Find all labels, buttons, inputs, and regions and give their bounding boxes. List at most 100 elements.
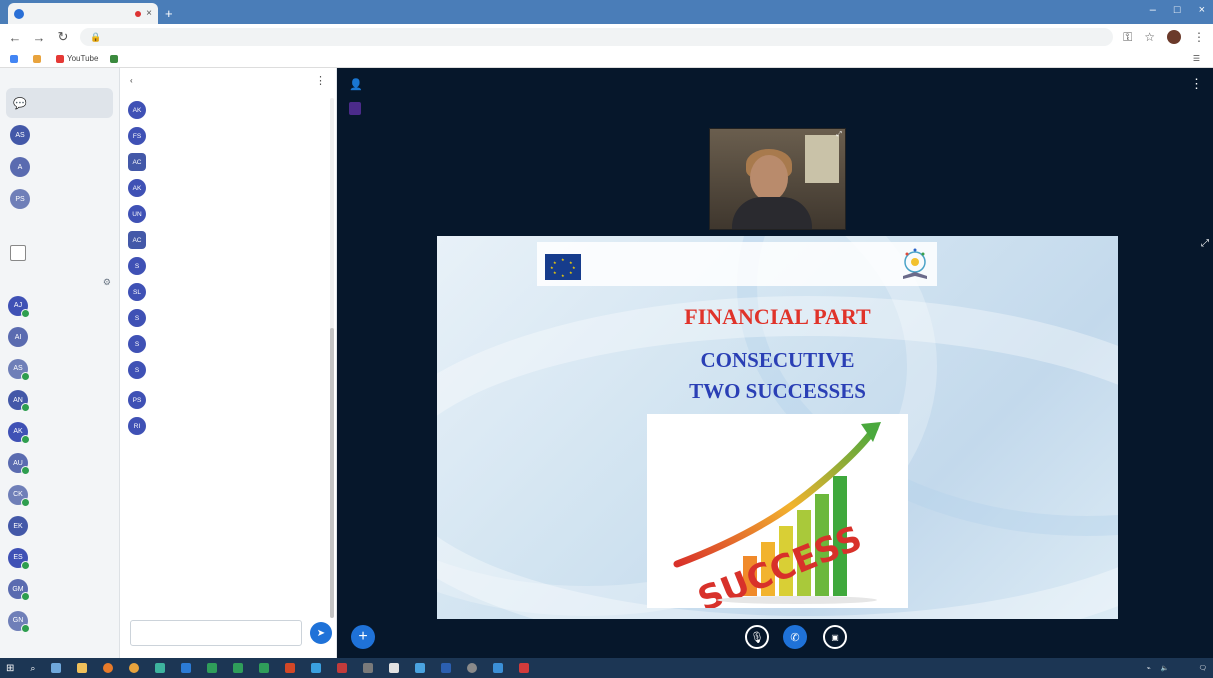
chat-message-body: [152, 415, 320, 435]
chat-message-body: [152, 255, 320, 275]
user-list-item[interactable]: GM: [0, 574, 119, 606]
webcam-expand-icon[interactable]: ⤢: [836, 131, 842, 139]
chat-message-author: [152, 281, 320, 290]
eu-flag-icon: ★ ★ ★ ★ ★ ★ ★ ★: [545, 254, 581, 280]
reading-list[interactable]: ☰: [1193, 54, 1203, 63]
messages-section-header: [0, 68, 119, 86]
maximize-button[interactable]: □: [1174, 4, 1181, 16]
chat-message: UN: [120, 200, 328, 226]
user-list-item[interactable]: EK: [0, 511, 119, 543]
chat-message-body: [152, 125, 320, 145]
network-icon[interactable]: ⌁: [1147, 664, 1151, 672]
tab-close-icon[interactable]: ×: [146, 8, 152, 19]
meeting-options-icon[interactable]: ⋮: [1190, 76, 1203, 92]
close-window-button[interactable]: ×: [1199, 4, 1205, 16]
bookmark-youtube[interactable]: YouTube: [56, 54, 98, 63]
bookmark-apps[interactable]: [10, 54, 21, 63]
new-tab-button[interactable]: +: [165, 6, 173, 21]
user-list-item[interactable]: AS: [0, 353, 119, 385]
user-list-item[interactable]: AI: [0, 322, 119, 354]
reload-icon[interactable]: ↻: [56, 29, 70, 45]
powerpoint-icon[interactable]: [285, 663, 296, 673]
minimize-button[interactable]: –: [1150, 4, 1156, 16]
app-icon[interactable]: [493, 663, 504, 673]
chat-message-body: [152, 99, 320, 119]
bookmark-maps[interactable]: [110, 54, 121, 63]
chat-options-icon[interactable]: ⋮: [315, 74, 326, 87]
presentation-slide: ★ ★ ★ ★ ★ ★ ★ ★ FINANCIAL PART CONSECUTIVE T…: [437, 236, 1118, 619]
user-list-toggle-icon[interactable]: 👤: [349, 78, 363, 91]
avatar: АС: [128, 231, 146, 249]
task-view-icon[interactable]: [51, 663, 62, 673]
fullscreen-icon[interactable]: ⤢: [1201, 238, 1209, 249]
camera-button[interactable]: ▣: [823, 625, 847, 649]
start-menu-icon[interactable]: ⊞: [6, 663, 14, 674]
user-list-item[interactable]: ES: [0, 542, 119, 574]
send-message-button[interactable]: ➤: [310, 622, 332, 644]
audio-phone-button[interactable]: ✆: [783, 625, 807, 649]
excel-icon-2[interactable]: [233, 663, 244, 673]
excel-icon-3[interactable]: [259, 663, 270, 673]
edge-icon[interactable]: [155, 663, 166, 673]
firefox-icon[interactable]: [103, 663, 114, 673]
back-icon[interactable]: ←: [8, 30, 22, 45]
url-field[interactable]: 🔒: [80, 28, 1114, 46]
chat-scrollbar-thumb[interactable]: [330, 328, 334, 618]
shared-notes-item[interactable]: [6, 238, 113, 268]
user-list-item[interactable]: CK: [0, 479, 119, 511]
user-list-item[interactable]: AJ: [0, 290, 119, 322]
chat-item-public[interactable]: 💬: [6, 88, 113, 118]
chrome-icon[interactable]: [129, 663, 140, 673]
settings-gear-icon[interactable]: ⚙: [103, 277, 111, 288]
microphone-button[interactable]: 🎙: [745, 625, 769, 649]
avatar: PS: [128, 391, 146, 409]
notifications-icon[interactable]: 🗨: [1199, 664, 1207, 672]
chat-message: S: [120, 252, 328, 278]
excel-icon[interactable]: [207, 663, 218, 673]
browser-menu-icon[interactable]: ⋮: [1193, 30, 1205, 44]
app-icon[interactable]: [519, 663, 530, 673]
forward-icon[interactable]: →: [32, 30, 46, 45]
avatar: S: [128, 335, 146, 353]
chat-message-author: [152, 333, 320, 342]
talking-indicator-badge: [349, 102, 361, 115]
app-icon[interactable]: [363, 663, 374, 673]
mail-icon: [33, 54, 41, 63]
user-list-item[interactable]: AN: [0, 385, 119, 417]
volume-icon[interactable]: 🔈: [1161, 664, 1169, 672]
star-icon[interactable]: ☆: [1144, 30, 1155, 44]
chat-item-private[interactable]: A: [6, 152, 113, 182]
bookmark-mail[interactable]: [33, 54, 44, 63]
user-list-item[interactable]: AK: [0, 416, 119, 448]
user-list-item[interactable]: AU: [0, 448, 119, 480]
project-logo-icon: [903, 248, 927, 279]
key-icon[interactable]: ⚿: [1123, 30, 1132, 45]
chat-panel: ‹ ⋮ AK FS АС AK UN АС S SL S S S PS RI ➤: [120, 68, 337, 658]
notes-icon: [10, 245, 26, 261]
actions-plus-button[interactable]: +: [351, 625, 375, 649]
chat-item-private[interactable]: AS: [6, 120, 113, 150]
search-icon[interactable]: ⌕: [30, 663, 35, 674]
app-icon[interactable]: [337, 663, 348, 673]
app-icon[interactable]: [467, 663, 478, 673]
profile-avatar[interactable]: [1167, 30, 1181, 44]
chat-message: S: [120, 304, 328, 330]
chat-back-icon[interactable]: ‹: [130, 76, 133, 85]
app-icon[interactable]: [389, 663, 400, 673]
avatar: S: [128, 309, 146, 327]
youtube-icon: [56, 54, 64, 63]
chat-scrollbar[interactable]: [330, 98, 334, 618]
chat-item-private[interactable]: PS: [6, 184, 113, 214]
chat-message-input[interactable]: [130, 620, 302, 646]
browser-tab[interactable]: ×: [8, 3, 158, 24]
word-icon[interactable]: [181, 663, 192, 673]
chat-message-body: [152, 281, 320, 301]
app-icon[interactable]: [415, 663, 426, 673]
avatar: GN: [8, 610, 30, 633]
app-icon[interactable]: [441, 663, 452, 673]
media-player-icon[interactable]: [311, 663, 322, 673]
webcam-video[interactable]: ⤢: [709, 128, 846, 230]
chat-message-author: [152, 255, 320, 264]
file-explorer-icon[interactable]: [77, 663, 88, 673]
user-list-item[interactable]: GN: [0, 605, 119, 637]
